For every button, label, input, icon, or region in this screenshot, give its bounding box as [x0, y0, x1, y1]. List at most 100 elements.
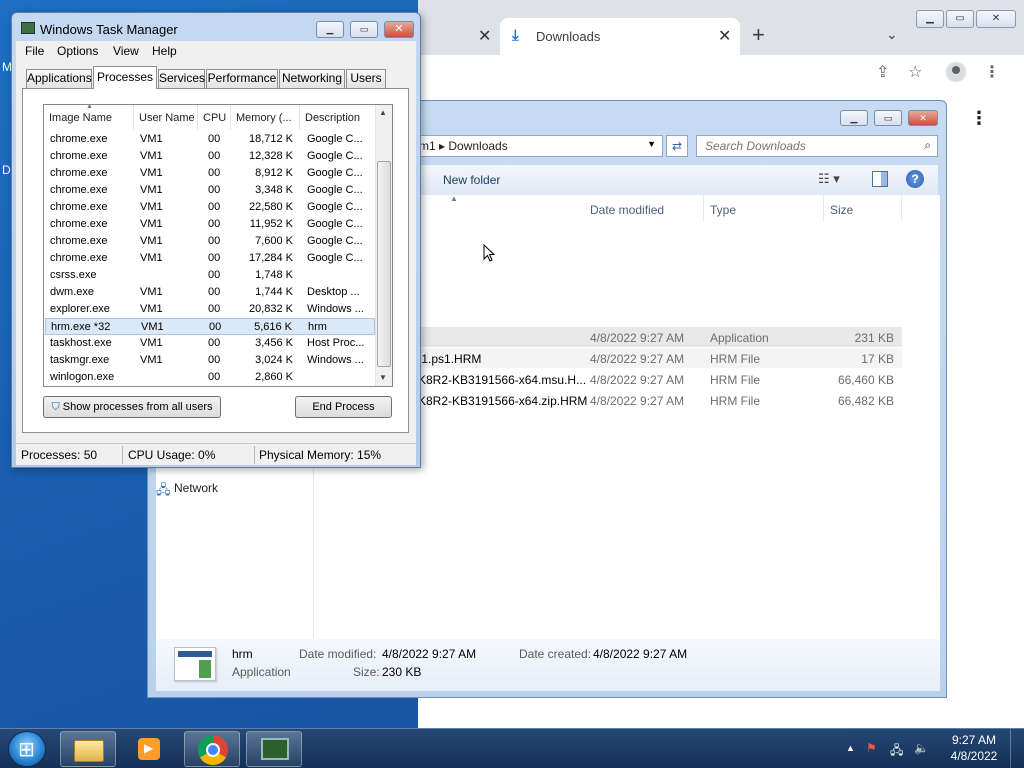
column-date-modified[interactable]: Date modified [584, 195, 704, 221]
downloads-menu-icon[interactable]: ⋮ [970, 108, 988, 129]
new-tab-button[interactable]: + [752, 22, 765, 48]
taskbar-chrome-button[interactable] [184, 731, 240, 767]
breadcrumb[interactable]: m1 ▸ Downloads [419, 139, 508, 153]
process-row[interactable]: chrome.exe VM1 00 7,600 K Google C... [45, 233, 375, 250]
file-row[interactable]: 4/8/2022 9:27 AM Application 231 KB [418, 327, 902, 347]
maximize-button[interactable]: ▭ [350, 21, 378, 38]
maximize-button[interactable]: ▭ [946, 10, 974, 28]
help-icon[interactable]: ? [906, 170, 924, 188]
profile-icon[interactable] [946, 62, 966, 82]
column-memory[interactable]: Memory (... [231, 105, 300, 130]
show-all-processes-button[interactable]: ⛉ Show processes from all users [43, 396, 221, 418]
file-date: 4/8/2022 9:27 AM [590, 394, 685, 408]
process-row[interactable]: dwm.exe VM1 00 1,744 K Desktop ... [45, 284, 375, 301]
tab-applications[interactable]: Applications [26, 69, 92, 88]
chevron-down-icon[interactable]: ⌄ [886, 26, 898, 43]
process-cpu: 00 [208, 235, 221, 247]
search-input[interactable] [705, 139, 905, 153]
process-cpu: 00 [208, 218, 221, 230]
process-row[interactable]: chrome.exe VM1 00 12,328 K Google C... [45, 148, 375, 165]
process-row[interactable]: chrome.exe VM1 00 18,712 K Google C... [45, 131, 375, 148]
end-process-button[interactable]: End Process [295, 396, 392, 418]
chrome-tab-downloads[interactable]: ⤓ Downloads ✕ [500, 18, 740, 55]
chrome-tabstrip: ✕ ⤓ Downloads ✕ + ⌄ ▁ ▭ ✕ [418, 0, 1024, 55]
process-mem: 5,616 K [254, 321, 292, 333]
network-icon[interactable]: 🖧 [890, 741, 903, 762]
tab-networking[interactable]: Networking [279, 69, 345, 88]
show-desktop-button[interactable] [1010, 729, 1024, 768]
process-mem: 12,328 K [248, 150, 293, 162]
taskbar-task-manager-button[interactable] [246, 731, 302, 767]
close-button[interactable]: ✕ [384, 21, 414, 38]
tab-services[interactable]: Services [158, 69, 205, 88]
date-created-label: Date created: [519, 647, 592, 661]
close-button[interactable]: ✕ [976, 10, 1016, 28]
action-center-icon[interactable]: ⚑ [866, 741, 877, 755]
minimize-button[interactable]: ▁ [916, 10, 944, 28]
refresh-icon[interactable]: ⇄ [666, 135, 688, 157]
column-user-name[interactable]: User Name [134, 105, 198, 130]
chrome-tab[interactable]: ✕ [418, 20, 498, 55]
volume-icon[interactable]: 🔈 [914, 741, 929, 755]
menu-view[interactable]: View [113, 44, 139, 58]
process-row[interactable]: chrome.exe VM1 00 3,348 K Google C... [45, 182, 375, 199]
menu-file[interactable]: File [25, 44, 44, 58]
column-description[interactable]: Description [300, 105, 376, 130]
process-row[interactable]: csrss.exe 00 1,748 K [45, 267, 375, 284]
process-row[interactable]: hrm.exe *32 VM1 00 5,616 K hrm [45, 318, 375, 335]
process-row[interactable]: chrome.exe VM1 00 11,952 K Google C... [45, 216, 375, 233]
change-view-icon[interactable]: ☷ ▾ [818, 171, 840, 187]
chevron-down-icon[interactable]: ▼ [647, 139, 656, 149]
column-size[interactable]: Size [824, 195, 902, 221]
show-hidden-icons-chevron[interactable]: ▲ [846, 743, 855, 753]
date-created-value: 4/8/2022 9:27 AM [593, 647, 688, 661]
process-row[interactable]: chrome.exe VM1 00 17,284 K Google C... [45, 250, 375, 267]
scrollbar-thumb[interactable] [377, 161, 391, 367]
process-row[interactable]: explorer.exe VM1 00 20,832 K Windows ... [45, 301, 375, 318]
process-user: VM1 [140, 286, 163, 298]
menu-help[interactable]: Help [152, 44, 177, 58]
nav-item-network[interactable]: Network [174, 481, 218, 495]
file-row[interactable]: .1.ps1.HRM 4/8/2022 9:27 AM HRM File 17 … [418, 348, 902, 368]
process-mem: 22,580 K [248, 201, 293, 213]
clock[interactable]: 9:27 AM 4/8/2022 [944, 732, 1004, 764]
taskbar-media-player-button[interactable] [121, 731, 177, 767]
tab-performance[interactable]: Performance [206, 69, 278, 88]
scroll-up-arrow[interactable]: ▲ [379, 108, 387, 117]
preview-pane-icon[interactable] [872, 171, 888, 187]
star-icon[interactable]: ☆ [908, 62, 922, 82]
tab-users[interactable]: Users [346, 69, 386, 88]
close-tab-icon[interactable]: ✕ [718, 26, 731, 46]
minimize-button[interactable]: ▁ [316, 21, 344, 38]
maximize-button[interactable]: ▭ [874, 110, 902, 126]
scroll-down-arrow[interactable]: ▼ [379, 373, 387, 382]
start-button[interactable] [8, 731, 46, 767]
processes-panel: Image Name ▲ User Name CPU Memory (... D… [22, 88, 409, 433]
vertical-scrollbar[interactable]: ▲ ▼ [375, 105, 392, 386]
menu-icon[interactable]: ⋮ [984, 62, 1000, 82]
taskbar-explorer-button[interactable] [60, 731, 116, 767]
share-icon[interactable]: ⇪ [876, 62, 889, 82]
tab-processes[interactable]: Processes [93, 66, 157, 89]
search-icon[interactable]: ⌕ [924, 138, 931, 153]
process-row[interactable]: chrome.exe VM1 00 8,912 K Google C... [45, 165, 375, 182]
process-row[interactable]: winlogon.exe 00 2,860 K [45, 369, 375, 386]
file-size: 66,482 KB [837, 394, 894, 408]
file-row[interactable]: K8R2-KB3191566-x64.zip.HRM 4/8/2022 9:27… [418, 390, 902, 410]
column-type[interactable]: Type [704, 195, 824, 221]
minimize-button[interactable]: ▁ [840, 110, 868, 126]
sort-arrow-icon: ▲ [450, 194, 458, 203]
process-cpu: 00 [208, 269, 221, 281]
close-button[interactable]: ✕ [908, 110, 938, 126]
file-row[interactable]: K8R2-KB3191566-x64.msu.H... 4/8/2022 9:2… [418, 369, 902, 389]
new-folder-button[interactable]: New folder [443, 173, 500, 187]
column-cpu[interactable]: CPU [198, 105, 231, 130]
process-desc: Google C... [307, 167, 363, 179]
search-box[interactable]: ⌕ [696, 135, 938, 157]
menu-options[interactable]: Options [57, 44, 98, 58]
address-bar[interactable]: m1 ▸ Downloads ▼ [418, 135, 663, 157]
process-row[interactable]: taskmgr.exe VM1 00 3,024 K Windows ... [45, 352, 375, 369]
close-tab-icon[interactable]: ✕ [478, 26, 491, 46]
process-row[interactable]: taskhost.exe VM1 00 3,456 K Host Proc... [45, 335, 375, 352]
process-row[interactable]: chrome.exe VM1 00 22,580 K Google C... [45, 199, 375, 216]
